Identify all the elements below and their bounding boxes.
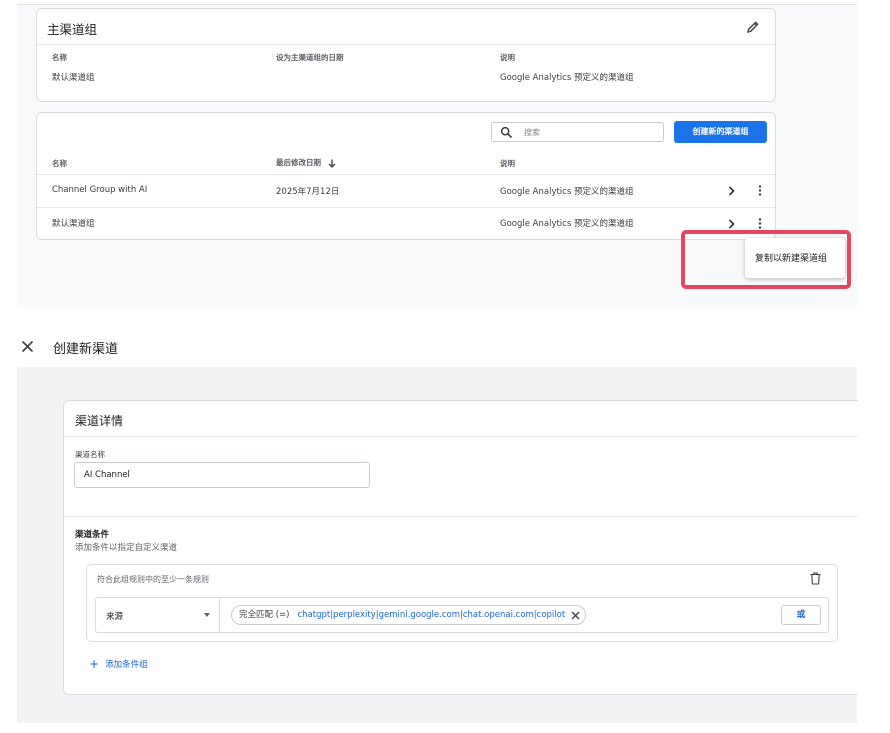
- condition-rule-row: 来源 完全匹配 (=) chatgpt|perplexity|gemini.goo…: [95, 597, 829, 633]
- group-row-name: Channel Group with AI: [52, 185, 148, 195]
- search-placeholder: 搜索: [524, 128, 540, 137]
- add-condition-group-label: 添加条件组: [105, 660, 148, 670]
- channel-details-title: 渠道详情: [75, 414, 124, 428]
- column-header-name: 名称: [52, 53, 67, 62]
- channel-name-label: 渠道名称: [75, 450, 105, 459]
- pencil-icon[interactable]: [745, 19, 761, 35]
- section-divider: [64, 516, 858, 517]
- search-box[interactable]: 搜索: [491, 122, 664, 142]
- arrow-down-icon: [328, 159, 336, 168]
- row-divider: [37, 174, 775, 175]
- condition-group-label: 符合此组规则中的至少一条规则: [97, 575, 209, 584]
- add-condition-group-button[interactable]: + 添加条件组: [89, 657, 148, 671]
- close-icon[interactable]: [21, 340, 34, 353]
- column-header-set-date: 设为主渠道组的日期: [276, 53, 344, 62]
- chevron-right-icon[interactable]: [727, 186, 736, 196]
- dimension-select[interactable]: 来源: [96, 598, 220, 632]
- chevron-right-icon[interactable]: [727, 219, 736, 229]
- primary-channel-group-card: 主渠道组 名称 设为主渠道组的日期 说明 默认渠道组 Google Analyt…: [36, 8, 776, 102]
- trash-icon[interactable]: [810, 572, 821, 585]
- column-header-name: 名称: [52, 159, 67, 168]
- row-divider: [37, 207, 775, 208]
- search-icon: [500, 126, 513, 139]
- condition-chip[interactable]: 完全匹配 (=) chatgpt|perplexity|gemini.google…: [231, 605, 587, 625]
- more-vert-icon[interactable]: [758, 218, 762, 229]
- page-title: 创建新渠道: [53, 342, 119, 357]
- card-divider: [37, 44, 775, 45]
- primary-group-name: 默认渠道组: [52, 73, 95, 83]
- channel-conditions-title: 渠道条件: [75, 530, 110, 540]
- primary-group-description: Google Analytics 预定义的渠道组: [500, 73, 634, 83]
- more-vert-icon[interactable]: [758, 185, 762, 196]
- column-header-description: 说明: [500, 53, 515, 62]
- column-header-modified[interactable]: 最后修改日期: [276, 157, 336, 168]
- plus-icon: +: [89, 657, 100, 671]
- group-row-description: Google Analytics 预定义的渠道组: [500, 187, 634, 197]
- create-channel-group-button[interactable]: 创建新的渠道组: [674, 121, 767, 143]
- close-icon[interactable]: [571, 611, 580, 620]
- card-divider: [64, 436, 858, 437]
- group-row-modified: 2025年7月12日: [276, 187, 340, 197]
- primary-group-title: 主渠道组: [47, 22, 98, 37]
- channel-details-card: 渠道详情 渠道名称 渠道条件 添加条件以指定自定义渠道 符合此组规则中的至少一条…: [63, 400, 858, 695]
- match-value: chatgpt|perplexity|gemini.google.com|cha…: [297, 610, 566, 620]
- highlight-box: [681, 230, 851, 289]
- channel-group-list-card: 搜索 创建新的渠道组 名称 最后修改日期 说明 Channel Group wi…: [36, 112, 776, 240]
- or-button[interactable]: 或: [781, 605, 821, 625]
- column-header-modified-label: 最后修改日期: [276, 158, 321, 167]
- caret-down-icon: [204, 613, 210, 617]
- match-type: 完全匹配 (=): [239, 610, 290, 620]
- group-row-name: 默认渠道组: [52, 219, 95, 229]
- column-header-description: 说明: [500, 159, 515, 168]
- channel-name-input[interactable]: [74, 462, 370, 488]
- condition-group: 符合此组规则中的至少一条规则 来源 完全匹配 (=) chatgpt|perple…: [86, 564, 838, 642]
- group-row-description: Google Analytics 预定义的渠道组: [500, 219, 634, 229]
- channel-conditions-subtitle: 添加条件以指定自定义渠道: [75, 543, 178, 553]
- dimension-value: 来源: [106, 612, 124, 622]
